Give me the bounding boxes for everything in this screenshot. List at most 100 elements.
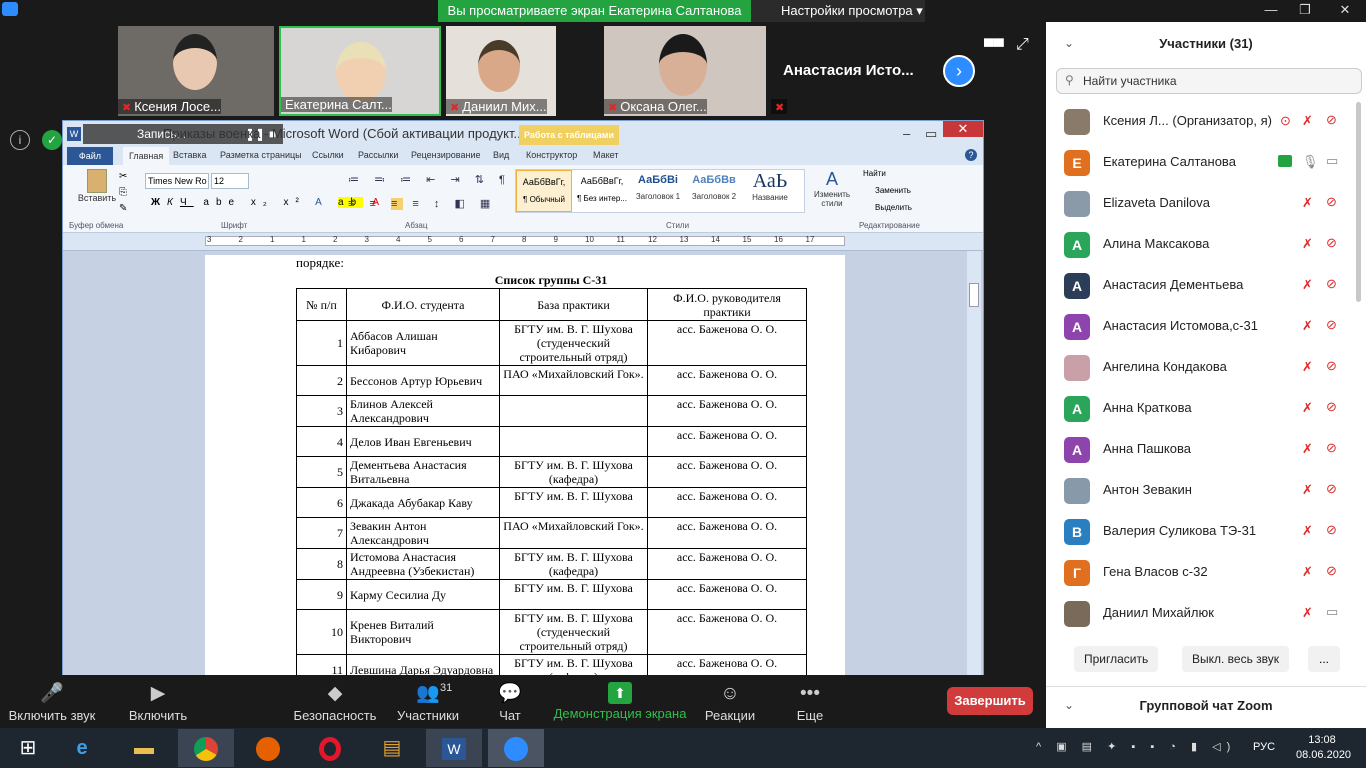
info-icon[interactable]: i [10, 130, 30, 150]
zoom-taskbar-icon[interactable] [488, 729, 544, 767]
tab-review[interactable]: Рецензирование [411, 150, 481, 160]
mute-all-button[interactable]: Выкл. весь звук [1182, 646, 1290, 672]
style-heading-1[interactable]: АаБбВі Заголовок 1 [630, 170, 686, 212]
find-button[interactable]: Найти [863, 169, 886, 178]
gallery-view-icon[interactable]: ▀▀ [984, 38, 1004, 54]
participant-row[interactable]: Даниил Михайлюк ✗ ▭ [1046, 593, 1366, 634]
tab-home[interactable]: Главная [123, 147, 170, 165]
styles-gallery[interactable]: АаБбВвГг, ¶ Обычный АаБбВвГг, ¶ Без интер.… [515, 169, 805, 213]
student-name[interactable]: Истомова Анастасия Андреевна (Узбекистан… [346, 548, 500, 580]
practice-base[interactable]: ПАО «Михайловский Гок». [499, 365, 648, 396]
minimize-icon[interactable]: — [1256, 0, 1286, 20]
supervisor[interactable]: асс. Баженова О. О. [647, 548, 807, 580]
minimize-icon[interactable]: – [903, 121, 910, 147]
chat-button[interactable]: 💬 Чат [490, 680, 530, 723]
student-name[interactable]: Карму Сесилиа Ду [346, 579, 500, 610]
row-number[interactable]: 5 [296, 456, 347, 488]
document-area[interactable]: порядке: Список группы С-31 № п/п Ф.И.О.… [63, 251, 983, 676]
row-number[interactable]: 3 [296, 395, 347, 427]
row-number[interactable]: 6 [296, 487, 347, 518]
system-tray-icons[interactable]: ^ ▣ ▤ ✦ ▪ ▪ ◔ ▮ ◁) [1036, 740, 1236, 753]
participant-row[interactable]: Антон Зевакин ✗ ⊘ [1046, 470, 1366, 511]
document-page[interactable]: порядке: Список группы С-31 № п/п Ф.И.О.… [205, 255, 845, 676]
video-thumbnail[interactable]: ✖ Ксения Лосе... [118, 26, 274, 116]
font-size-select[interactable]: 12 [211, 173, 249, 189]
style-normal[interactable]: АаБбВвГг, ¶ Обычный [516, 170, 572, 212]
row-number[interactable]: 4 [296, 426, 347, 457]
row-number[interactable]: 2 [296, 365, 347, 396]
student-name[interactable]: Дементьева Анастасия Витальевна [346, 456, 500, 488]
student-name[interactable]: Зевакин Антон Александрович [346, 517, 500, 549]
participant-row[interactable]: В Валерия Суликова ТЭ-31 ✗ ⊘ [1046, 511, 1366, 552]
tab-layout[interactable]: Разметка страницы [220, 150, 302, 160]
chrome-icon[interactable] [178, 729, 234, 767]
font-name-select[interactable]: Times New Ro [145, 173, 209, 189]
participant-row[interactable]: Elizaveta Danilova ✗ ⊘ [1046, 183, 1366, 224]
cut-icon[interactable]: ✂ [119, 171, 127, 182]
security-button[interactable]: ◆ Безопасность [290, 680, 380, 723]
format-painter-icon[interactable]: ✎ [119, 203, 127, 214]
table-row[interactable]: 4 Делов Иван Евгеньевич асс. Баженова О. О… [296, 426, 807, 457]
practice-base[interactable]: БГТУ им. В. Г. Шухова (кафедра) [499, 548, 648, 580]
student-name[interactable]: Кренев Виталий Викторович [346, 609, 500, 655]
student-name[interactable]: Джакада Абубакар Каву [346, 487, 500, 518]
file-explorer-icon[interactable]: ▬ [116, 729, 172, 767]
table-row[interactable]: 3 Блинов Алексей Александрович асс. Бажено… [296, 395, 807, 427]
participant-row[interactable]: Г Гена Власов с-32 ✗ ⊘ [1046, 552, 1366, 593]
practice-base[interactable]: БГТУ им. В. Г. Шухова (кафедра) [499, 456, 648, 488]
opera-icon[interactable] [302, 729, 358, 767]
tab-references[interactable]: Ссылки [312, 150, 344, 160]
vertical-scrollbar[interactable] [967, 251, 981, 676]
share-screen-button[interactable]: ⬆ Демонстрация экрана [550, 680, 690, 721]
practice-base[interactable]: БГТУ им. В. Г. Шухова [499, 579, 648, 610]
tab-view[interactable]: Вид [493, 150, 509, 160]
more-button[interactable]: ••• Еще [790, 680, 830, 723]
supervisor[interactable]: асс. Баженова О. О. [647, 365, 807, 396]
row-number[interactable]: 10 [296, 609, 347, 655]
supervisor[interactable]: асс. Баженова О. О. [647, 654, 807, 676]
participant-row[interactable]: А Анастасия Дементьева ✗ ⊘ [1046, 265, 1366, 306]
paragraph-buttons[interactable]: ≔ ≕ ≔ ⇤ ⇥ ⇅ ¶ [348, 173, 511, 186]
replace-button[interactable]: Заменить [875, 186, 911, 195]
close-icon[interactable]: ✕ [1330, 0, 1360, 20]
maximize-icon[interactable]: ❐ [1290, 0, 1320, 20]
table-row[interactable]: 8 Истомова Анастасия Андреевна (Узбекиста… [296, 548, 807, 580]
participant-row[interactable]: Ксения Л... (Организатор, я) ✗ ⊘ ⊙ [1046, 101, 1366, 142]
maximize-icon[interactable]: ▭ [925, 121, 937, 147]
participant-row[interactable]: А Алина Максакова ✗ ⊘ [1046, 224, 1366, 265]
student-name[interactable]: Аббасов Алишан Кибарович [346, 320, 500, 366]
student-name[interactable]: Левшина Дарья Эдуардовна [346, 654, 500, 676]
table-row[interactable]: 5 Дементьева Анастасия Витальевна БГТУ им.… [296, 456, 807, 488]
participant-row[interactable]: А Анна Краткова ✗ ⊘ [1046, 388, 1366, 429]
video-thumbnail[interactable]: ✖ Оксана Олег... [604, 26, 766, 116]
unmute-button[interactable]: 🎤 Включить звук [6, 680, 98, 723]
practice-base[interactable]: БГТУ им. В. Г. Шухова (студенческий стро… [499, 320, 648, 366]
ruler[interactable]: 3 2 1 1 2 3 4 5 6 7 8 9 10 11 12 13 14 15 16 17 [63, 233, 983, 251]
style-no-spacing[interactable]: АаБбВвГг, ¶ Без интер... [574, 170, 630, 212]
clock[interactable]: 13:08 08.06.2020 [1296, 733, 1351, 763]
row-number[interactable]: 7 [296, 517, 347, 549]
video-thumbnail[interactable]: ✖ Даниил Мих... [446, 26, 556, 116]
supervisor[interactable]: асс. Баженова О. О. [647, 517, 807, 549]
tab-file[interactable]: Файл [67, 147, 113, 165]
table-row[interactable]: 10 Кренев Виталий Викторович БГТУ им. В. Г… [296, 609, 807, 655]
supervisor[interactable]: асс. Баженова О. О. [647, 579, 807, 610]
table-row[interactable]: 1 Аббасов Алишан Кибарович БГТУ им. В. Г. … [296, 320, 807, 366]
table-row[interactable]: 7 Зевакин Антон Александрович ПАО «Михайло… [296, 517, 807, 549]
table-row[interactable]: 9 Карму Сесилиа Ду БГТУ им. В. Г. Шухова ас… [296, 579, 807, 610]
practice-base[interactable] [499, 395, 648, 427]
row-number[interactable]: 9 [296, 579, 347, 610]
participant-row[interactable]: А Анна Пашкова ✗ ⊘ [1046, 429, 1366, 470]
video-thumbnail[interactable]: Анастасия Исто... ✖ [771, 26, 931, 116]
close-button[interactable]: ✕ [943, 121, 983, 137]
tab-insert[interactable]: Вставка [173, 150, 206, 160]
participant-row[interactable]: А Анастасия Истомова,с-31 ✗ ⊘ [1046, 306, 1366, 347]
supervisor[interactable]: асс. Баженова О. О. [647, 395, 807, 427]
notes-app-icon[interactable]: ▤ [364, 729, 420, 767]
panel-scrollbar[interactable] [1356, 102, 1361, 302]
supervisor[interactable]: асс. Баженова О. О. [647, 320, 807, 366]
start-button-icon[interactable]: ⊞ [0, 729, 56, 767]
tab-layout-table[interactable]: Макет [593, 150, 618, 160]
tab-mailings[interactable]: Рассылки [358, 150, 398, 160]
fullscreen-icon[interactable]: ⤢ [1016, 36, 1029, 54]
